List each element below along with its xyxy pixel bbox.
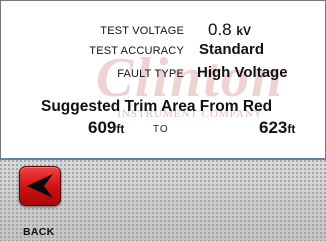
trim-to: 623ft [259,118,295,138]
trim-to-word: TO [153,124,169,135]
trim-from-value: 609 [88,118,117,137]
fault-type-label: FAULT TYPE [117,68,184,80]
arrow-left-icon [27,174,53,198]
test-voltage-number: 0.8 [208,20,232,39]
back-button[interactable] [19,166,61,206]
test-voltage-unit: kV [236,24,252,38]
back-label: BACK [23,226,55,238]
test-voltage-value: 0.8 kV [208,20,251,40]
test-accuracy-label: TEST ACCURACY [89,45,184,57]
trim-from-unit: ft [116,122,125,136]
trim-from: 609ft [88,118,124,138]
trim-area-screen: Clinton INSTRUMENT COMPANY TEST VOLTAGE … [0,0,326,241]
fault-type-value: High Voltage [197,64,288,81]
test-voltage-label: TEST VOLTAGE [100,25,184,37]
trim-to-unit: ft [287,122,296,136]
trim-to-value: 623 [259,118,288,137]
trim-area-title: Suggested Trim Area From Red [41,98,273,115]
test-accuracy-value: Standard [199,41,265,58]
